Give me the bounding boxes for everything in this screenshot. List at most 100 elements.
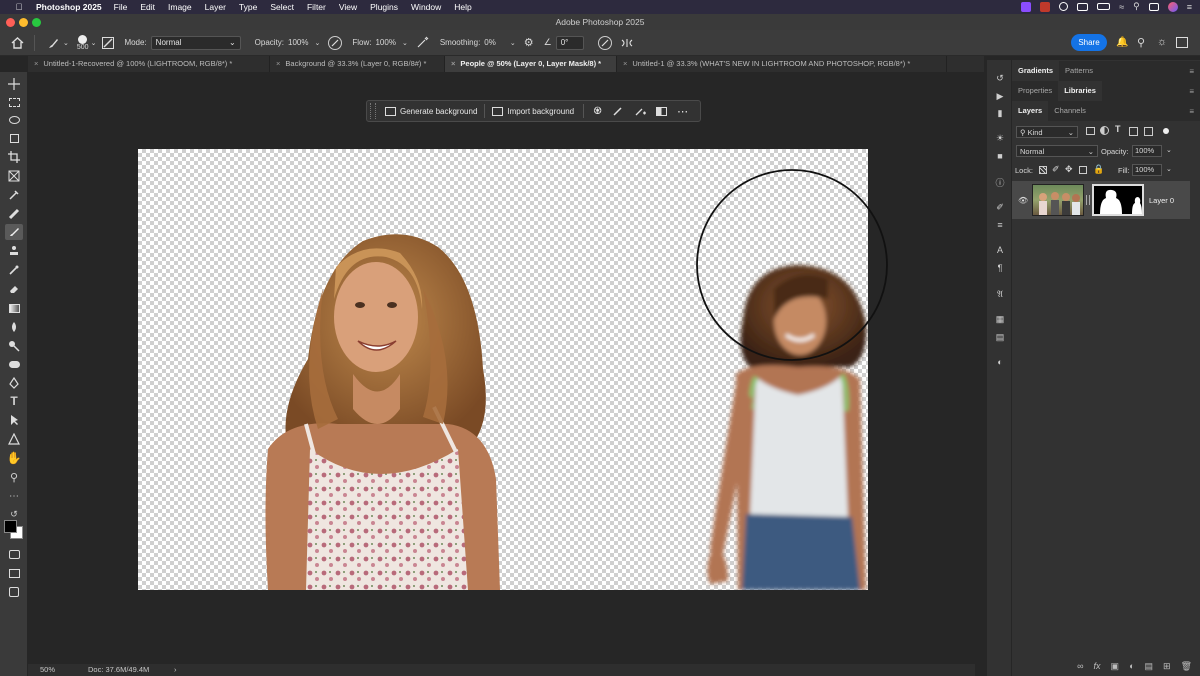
menu-view[interactable]: View	[339, 2, 357, 12]
mode-select[interactable]: Normal ⌄	[150, 35, 241, 50]
add-mask-icon[interactable]: ▣	[1111, 661, 1120, 672]
symmetry-icon[interactable]	[620, 37, 634, 49]
close-window-icon[interactable]	[6, 18, 15, 27]
tab-untitled-1[interactable]: × Untitled-1 @ 33.3% (WHAT'S NEW IN LIGH…	[617, 56, 947, 72]
brush-preset-icon[interactable]	[45, 36, 61, 50]
more-options-icon[interactable]: ⋯	[672, 102, 693, 120]
close-tab-icon[interactable]: ×	[623, 56, 627, 72]
spot-healing-tool-icon[interactable]	[5, 206, 23, 222]
opacity-value[interactable]: 100%	[288, 38, 308, 47]
screen-mode-icon[interactable]	[5, 565, 23, 581]
apple-icon[interactable]: 	[12, 2, 26, 12]
filter-type-icon[interactable]: T	[1115, 124, 1121, 134]
discover-icon[interactable]: ☼	[1157, 36, 1167, 48]
chevron-down-icon[interactable]: ⌄	[1166, 146, 1172, 154]
adjustment-layer-icon[interactable]: ◐	[1129, 661, 1134, 672]
menu-window[interactable]: Window	[411, 2, 441, 12]
glyphs-panel-icon[interactable]: 𝔄	[993, 288, 1007, 300]
angle-input[interactable]: 0°	[555, 35, 584, 50]
notes-panel-icon[interactable]: ▤	[993, 331, 1007, 343]
maximize-window-icon[interactable]	[32, 18, 41, 27]
eyedropper-tool-icon[interactable]	[5, 187, 23, 203]
history-panel-icon[interactable]: ↺	[993, 72, 1007, 84]
share-button[interactable]: Share	[1071, 34, 1107, 51]
group-folder-icon[interactable]: ▤	[1145, 661, 1154, 672]
info-panel-icon[interactable]: ⓘ	[993, 176, 1007, 188]
brightness-panel-icon[interactable]: ☀	[993, 132, 1007, 144]
filter-adjustment-icon[interactable]	[1100, 126, 1109, 135]
foreground-color-swatch[interactable]	[4, 520, 17, 533]
brush-mask-icon[interactable]	[607, 102, 629, 120]
panel-menu-icon[interactable]: ≡	[1189, 107, 1194, 116]
menu-edit[interactable]: Edit	[140, 2, 155, 12]
generate-background-button[interactable]: Generate background	[380, 102, 482, 120]
comments-panel-icon[interactable]: ▮	[993, 107, 1007, 119]
chevron-down-icon[interactable]: ⌄	[314, 39, 320, 47]
paragraph-panel-icon[interactable]: ¶	[993, 262, 1007, 274]
tab-gradients[interactable]: Gradients	[1012, 61, 1060, 81]
lock-position-icon[interactable]: ✥	[1065, 164, 1073, 175]
pressure-size-icon[interactable]	[597, 35, 612, 50]
menu-filter[interactable]: Filter	[307, 2, 326, 12]
more-tools-icon[interactable]: ⋯	[5, 488, 23, 504]
actions-panel-icon[interactable]: ▶	[993, 90, 1007, 102]
zoom-tool-icon[interactable]: ⚲	[5, 469, 23, 485]
tab-background[interactable]: × Background @ 33.3% (Layer 0, RGB/8#) *	[270, 56, 445, 72]
menu-type[interactable]: Type	[239, 2, 257, 12]
tab-people[interactable]: × People @ 50% (Layer 0, Layer Mask/8) *	[445, 56, 617, 72]
menu-select[interactable]: Select	[270, 2, 294, 12]
screen-record-icon[interactable]	[1021, 1, 1032, 12]
lasso-tool-icon[interactable]	[5, 112, 23, 128]
gear-icon[interactable]: ⚙	[524, 36, 534, 49]
smoothing-value[interactable]: 0%	[484, 38, 496, 47]
close-tab-icon[interactable]: ×	[451, 56, 455, 72]
close-tab-icon[interactable]: ×	[276, 56, 280, 72]
clone-stamp-tool-icon[interactable]	[5, 243, 23, 259]
new-layer-icon[interactable]: ⊞	[1163, 661, 1171, 672]
display-icon[interactable]	[1077, 2, 1089, 11]
spotlight-icon[interactable]: ⚲	[1133, 1, 1140, 12]
menu-layer[interactable]: Layer	[205, 2, 226, 12]
lock-all-icon[interactable]: 🔒	[1093, 164, 1104, 175]
marquee-tool-icon[interactable]	[5, 94, 23, 110]
chevron-down-icon[interactable]: ⌄	[510, 39, 516, 47]
sliders-panel-icon[interactable]: ≡	[993, 219, 1007, 231]
character-panel-icon[interactable]: A	[993, 244, 1007, 256]
import-background-button[interactable]: Import background	[487, 102, 579, 120]
chevron-down-icon[interactable]: ⌄	[91, 39, 97, 47]
mask-link-icon[interactable]	[1086, 195, 1090, 205]
brush-add-icon[interactable]	[629, 102, 651, 120]
filter-shape-icon[interactable]	[1129, 127, 1138, 136]
menu-app-name[interactable]: Photoshop 2025	[36, 2, 102, 12]
history-brush-tool-icon[interactable]	[5, 262, 23, 278]
chevron-down-icon[interactable]: ⌄	[402, 39, 408, 47]
menu-extra-icon[interactable]: ≡	[1187, 2, 1192, 12]
path-selection-tool-icon[interactable]	[5, 412, 23, 428]
crop-tool-icon[interactable]	[5, 149, 23, 165]
lock-transparent-icon[interactable]	[1039, 166, 1047, 174]
filter-smart-object-icon[interactable]	[1144, 127, 1153, 136]
wifi-icon[interactable]: ≈	[1119, 2, 1124, 12]
control-center-icon[interactable]	[1148, 2, 1159, 11]
panel-menu-icon[interactable]: ≡	[1189, 67, 1194, 76]
libraries-panel-icon[interactable]: ▦	[993, 313, 1007, 325]
panel-menu-icon[interactable]: ≡	[1189, 87, 1194, 96]
minimize-window-icon[interactable]	[19, 18, 28, 27]
siri-icon[interactable]	[1167, 1, 1178, 12]
eraser-tool-icon[interactable]	[5, 281, 23, 297]
menu-file[interactable]: File	[114, 2, 128, 12]
layer-filter-select[interactable]: ⚲ Kind ⌄	[1016, 126, 1078, 138]
brush-settings-icon[interactable]	[102, 36, 115, 49]
tab-properties[interactable]: Properties	[1012, 81, 1058, 101]
brush-settings-panel-icon[interactable]: ✐	[993, 201, 1007, 213]
brush-tool-icon[interactable]	[5, 224, 23, 240]
type-tool-icon[interactable]: T	[5, 393, 23, 409]
filter-pixel-icon[interactable]	[1086, 127, 1095, 135]
record-icon[interactable]	[1059, 2, 1069, 11]
layer-row[interactable]: 👁 Layer 0	[1012, 181, 1190, 219]
mask-options-icon[interactable]	[651, 102, 672, 120]
move-tool-icon[interactable]	[5, 76, 23, 92]
blur-tool-icon[interactable]	[5, 319, 23, 335]
visibility-eye-icon[interactable]: 👁	[1018, 196, 1028, 205]
chevron-right-icon[interactable]: ›	[174, 664, 177, 676]
